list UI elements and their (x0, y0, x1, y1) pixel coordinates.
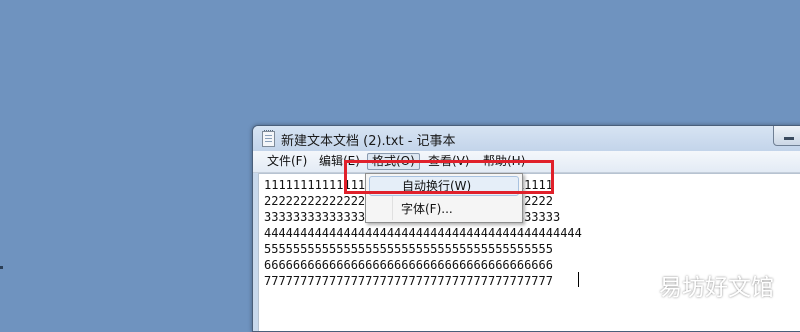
desktop-edge-mark (0, 266, 3, 269)
minimize-icon (784, 137, 794, 140)
menu-file[interactable]: 文件(F) (263, 153, 311, 170)
editor-line: 5555555555555555555555555555555555555555 (264, 242, 553, 256)
text-caret (578, 272, 579, 287)
editor-line: 4444444444444444444444444444444444444444… (264, 226, 582, 240)
font-menu-item[interactable]: 字体(F)... (369, 199, 519, 219)
editor-line: 7777777777777777777777777777777777777777 (264, 274, 553, 288)
window-title: 新建文本文档 (2).txt - 记事本 (281, 134, 456, 149)
red-highlight-box (344, 160, 554, 194)
watermark-text: 易坊好文馆 (659, 275, 774, 301)
title-bar[interactable]: 新建文本文档 (2).txt - 记事本 (253, 126, 800, 151)
editor-line: 6666666666666666666666666666666666666666 (264, 258, 553, 272)
text-editor[interactable]: 1111111111111111111111111111111111111111… (258, 173, 800, 331)
minimize-button[interactable] (773, 126, 800, 146)
notepad-icon[interactable] (262, 130, 275, 147)
